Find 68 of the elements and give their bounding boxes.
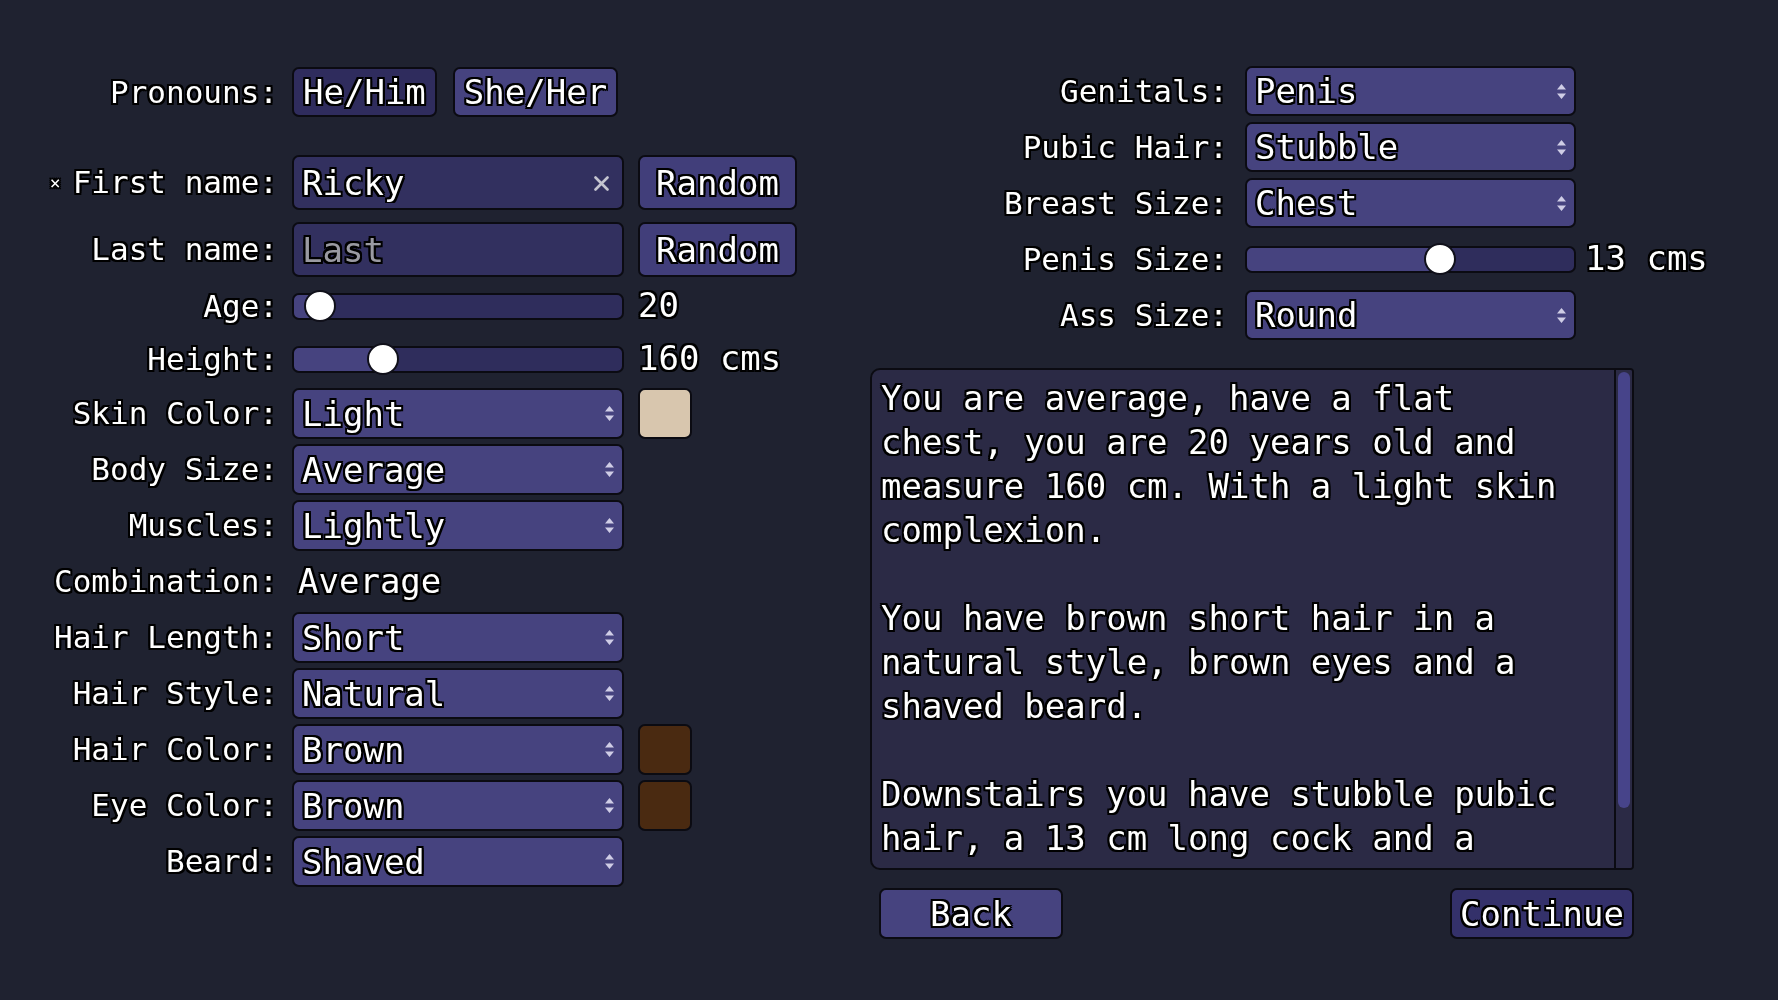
dropdown[interactable]: Short xyxy=(292,612,624,663)
dropdown[interactable]: Lightly xyxy=(292,500,624,551)
required-mark: × xyxy=(49,173,61,192)
description-text: You have brown short hair in a natural style, brown eyes and a shaved beard. xyxy=(881,597,1517,728)
field-label: Last name: xyxy=(91,232,278,267)
slider-handle[interactable] xyxy=(1423,243,1456,275)
slider-value: 13 cms xyxy=(1585,240,1708,278)
field-label: Age: xyxy=(203,288,278,324)
dropdown[interactable]: Round xyxy=(1245,290,1576,340)
scrollbar-track[interactable] xyxy=(1614,370,1632,868)
field-label: Combination: xyxy=(54,564,278,599)
random-button[interactable]: Random xyxy=(638,222,797,277)
pronoun-button[interactable]: He/Him xyxy=(292,67,437,117)
updown-arrow-icon xyxy=(1557,195,1566,211)
action-button[interactable]: Back xyxy=(879,888,1063,939)
updown-arrow-icon xyxy=(605,630,614,645)
field-label: Hair Color: xyxy=(72,732,278,767)
slider-track[interactable] xyxy=(292,292,624,320)
updown-arrow-icon xyxy=(605,742,614,757)
dropdown[interactable]: Light xyxy=(292,388,624,439)
text-field[interactable]: Ricky xyxy=(292,155,624,210)
field-label: Skin Color: xyxy=(72,396,278,431)
slider-handle[interactable] xyxy=(304,290,337,322)
field-label: Ass Size: xyxy=(1060,297,1228,333)
description-text: You are average, have a flat chest, you are 20 years old and measure 160 cm. With a light skin complexion. xyxy=(881,377,1558,552)
slider-value: 20 xyxy=(638,287,679,325)
field-label: Pubic Hair: xyxy=(1022,129,1228,165)
field-label: First name: xyxy=(72,165,278,200)
slider-track[interactable] xyxy=(1245,245,1576,273)
text-field[interactable]: Last xyxy=(292,222,624,277)
updown-arrow-icon xyxy=(1557,83,1566,99)
action-button[interactable]: Continue xyxy=(1450,888,1634,939)
field-label: Breast Size: xyxy=(1004,185,1228,221)
dropdown[interactable]: Penis xyxy=(1245,66,1576,116)
dropdown[interactable]: Shaved xyxy=(292,836,624,887)
slider-handle[interactable] xyxy=(366,343,399,375)
updown-arrow-icon xyxy=(605,854,614,869)
updown-arrow-icon xyxy=(605,518,614,533)
slider-track[interactable] xyxy=(292,345,624,373)
field-value: Average xyxy=(297,562,442,601)
field-label: Muscles: xyxy=(128,508,278,543)
updown-arrow-icon xyxy=(605,686,614,701)
description-text: Downstairs you have stubble pubic hair, a 13 cm long cock and a xyxy=(881,773,1558,860)
dropdown[interactable]: Natural xyxy=(292,668,624,719)
updown-arrow-icon xyxy=(605,798,614,813)
field-label: Body Size: xyxy=(91,452,278,487)
field-label: Hair Style: xyxy=(72,676,278,711)
dropdown[interactable]: Average xyxy=(292,444,624,495)
field-label: Eye Color: xyxy=(91,788,278,823)
updown-arrow-icon xyxy=(1557,139,1566,155)
field-label: Genitals: xyxy=(1060,73,1228,109)
field-label: Pronouns: xyxy=(110,74,278,110)
field-label: Beard: xyxy=(166,844,278,879)
pronoun-button[interactable]: She/Her xyxy=(452,67,619,117)
updown-arrow-icon xyxy=(1557,307,1566,323)
field-label: Penis Size: xyxy=(1022,241,1228,277)
updown-arrow-icon xyxy=(605,406,614,421)
slider-value: 160 cms xyxy=(638,340,782,378)
scrollbar-thumb[interactable] xyxy=(1618,372,1630,808)
dropdown[interactable]: Stubble xyxy=(1245,122,1576,172)
field-label: Height: xyxy=(147,341,278,377)
updown-arrow-icon xyxy=(605,462,614,477)
dropdown[interactable]: Chest xyxy=(1245,178,1576,228)
dropdown[interactable]: Brown xyxy=(292,780,624,831)
dropdown[interactable]: Brown xyxy=(292,724,624,775)
random-button[interactable]: Random xyxy=(638,155,797,210)
clear-icon[interactable] xyxy=(594,175,609,191)
field-label: Hair Length: xyxy=(54,620,278,655)
